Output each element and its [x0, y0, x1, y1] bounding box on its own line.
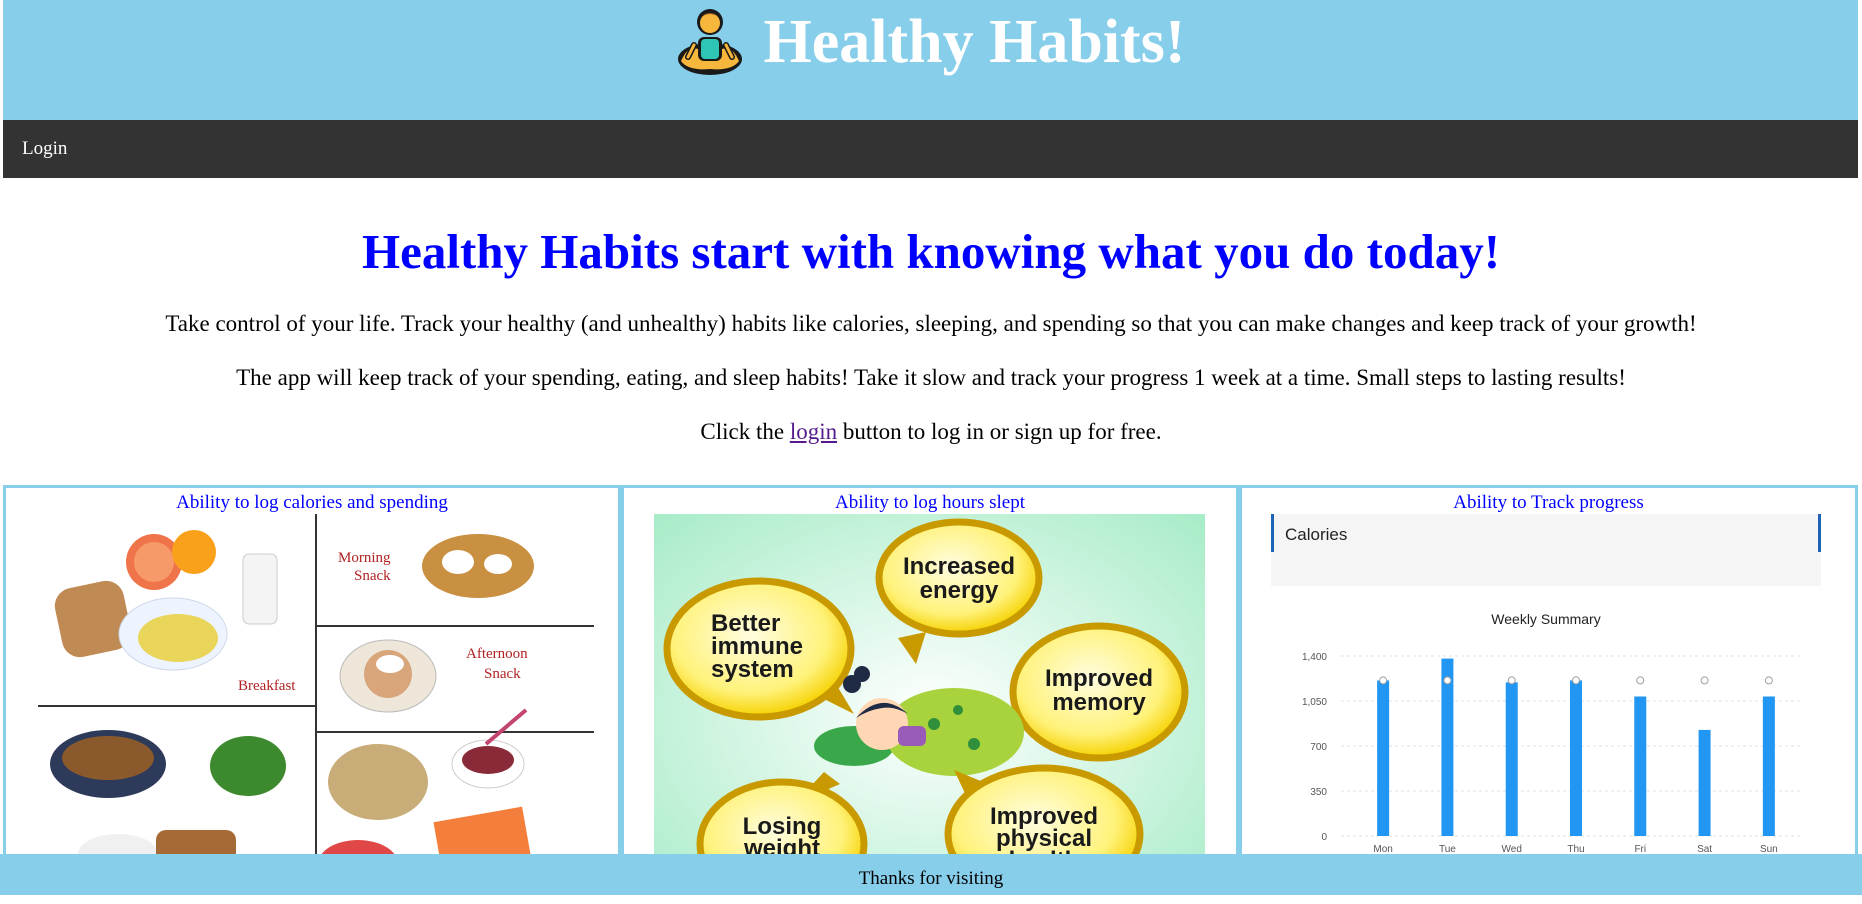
chart-goal-marker [1443, 676, 1452, 685]
chart-bar-wed [1505, 682, 1518, 836]
chart-goal-marker [1379, 676, 1388, 685]
chart-bar-mon [1377, 680, 1390, 836]
nav-login-link[interactable]: Login [22, 138, 67, 160]
chart-bar-sat [1698, 729, 1711, 836]
chart-goal-marker [1507, 676, 1516, 685]
chart-bar-fri [1634, 696, 1647, 836]
site-header: Healthy Habits! [3, 0, 1858, 120]
chart-bar-sun [1762, 696, 1775, 836]
card-title: Ability to log hours slept [835, 492, 1025, 513]
feature-card-sleep: Ability to log hours slept Increased ener… [621, 485, 1239, 895]
meditating-person-icon [677, 8, 742, 75]
calories-chart: Calories Weekly Summary 0 350 700 1,050 1,40… [1271, 514, 1821, 892]
card-title: Ability to log calories and spending [176, 492, 448, 513]
card-title: Ability to Track progress [1453, 492, 1644, 513]
sleep-benefits-image: Increased energy Better immune system Impro… [654, 514, 1205, 892]
breakfast-label: Breakfast [238, 678, 296, 694]
feature-card-progress: Ability to Track progress Calories Weekl… [1239, 485, 1858, 895]
features-paragraph: The app will keep track of your spending… [236, 365, 1626, 390]
chart-bar-tue [1441, 658, 1454, 836]
chart-goal-marker [1572, 676, 1580, 685]
y-tick-label: 0 [1321, 832, 1327, 843]
y-tick-label: 1,400 [1302, 652, 1327, 663]
chart-goal-marker [1764, 676, 1773, 685]
intro-paragraph: Take control of your life. Track your he… [165, 311, 1697, 336]
svg-text:Snack: Snack [484, 666, 521, 682]
svg-text:Snack: Snack [354, 568, 391, 584]
y-tick-label: 350 [1310, 787, 1327, 798]
meal-plan-image: Breakfast Morning Snack Afternoon Snack [38, 514, 594, 892]
chart-bar-thu [1570, 680, 1582, 836]
hero-title: Healthy Habits start with knowing what y… [361, 224, 1501, 279]
y-tick-label: 1,050 [1302, 697, 1327, 708]
svg-text:Increasedenergy: Increased energy [903, 553, 1015, 604]
footer-text: Thanks for visiting [858, 868, 1004, 889]
svg-text:Improvedmemory: Improved memory [1045, 665, 1153, 716]
inline-login-link[interactable]: login [790, 419, 837, 444]
chart-goal-marker [1636, 676, 1645, 685]
chart-title: Weekly Summary [1491, 611, 1600, 627]
login-prompt-text: Click the [700, 419, 790, 444]
chart-panel-title: Calories [1285, 525, 1347, 544]
svg-text:Afternoon: Afternoon [466, 646, 528, 662]
feature-card-calories: Ability to log calories and spending Bre… [3, 485, 621, 895]
login-prompt: Click the login button to log in or sign… [0, 418, 1862, 446]
y-tick-label: 700 [1310, 742, 1327, 753]
svg-text:Morning: Morning [338, 550, 391, 566]
navbar: Login [3, 120, 1858, 178]
login-prompt-text-end: button to log in or sign up for free. [837, 419, 1162, 444]
site-title: Healthy Habits! [763, 8, 1186, 76]
site-footer: Thanks for visiting [0, 854, 1862, 895]
chart-goal-marker [1700, 676, 1709, 685]
